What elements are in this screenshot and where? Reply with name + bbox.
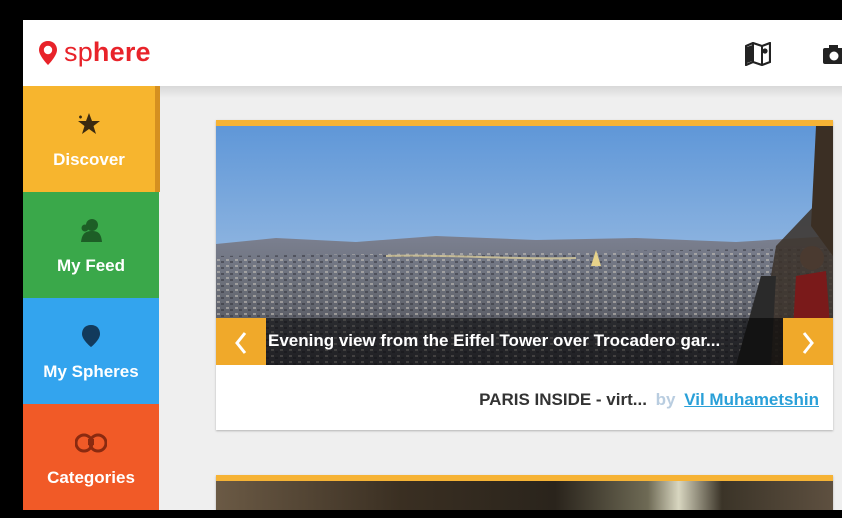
card-footer: PARIS INSIDE - virt... by Vil Muhametshi… xyxy=(216,365,833,430)
sidebar-item-label: Categories xyxy=(47,468,135,487)
logo-text: sphere xyxy=(64,37,151,67)
author-link[interactable]: Vil Muhametshin xyxy=(684,390,819,409)
sphere-card[interactable]: Evening view from the Eiffel Tower over … xyxy=(216,120,833,430)
card-meta: PARIS INSIDE - virt... by Vil Muhametshi… xyxy=(479,390,819,410)
location-pin-icon xyxy=(39,40,57,65)
sidebar-item-label: Discover xyxy=(53,150,125,169)
caption-overlay: Evening view from the Eiffel Tower over … xyxy=(216,318,833,365)
sphere-card[interactable] xyxy=(216,475,833,510)
by-label: by xyxy=(655,390,676,409)
user-icon xyxy=(78,216,104,244)
sphere-logo[interactable]: sphere xyxy=(38,37,151,68)
sphere-caption: Evening view from the Eiffel Tower over … xyxy=(268,331,721,350)
sphere-pin-icon xyxy=(79,322,103,350)
sidebar-item-my-spheres[interactable]: My Spheres xyxy=(23,298,159,404)
chevron-right-icon xyxy=(802,332,814,354)
sidebar-item-discover[interactable]: Discover xyxy=(23,86,160,192)
active-indicator xyxy=(155,86,160,192)
next-button[interactable] xyxy=(783,318,833,365)
camera-icon[interactable] xyxy=(823,44,842,66)
sphere-title[interactable]: PARIS INSIDE - virt... xyxy=(479,390,647,409)
top-bar: sphere xyxy=(23,20,842,86)
sidebar-item-categories[interactable]: Categories xyxy=(23,404,159,510)
sidebar: Discover My Feed My Spheres Categories xyxy=(23,86,160,510)
panorama-image[interactable]: Evening view from the Eiffel Tower over … xyxy=(216,126,833,365)
previous-button[interactable] xyxy=(216,318,266,365)
panorama-image[interactable] xyxy=(216,481,833,510)
star-icon xyxy=(76,110,102,138)
app-window: sphere Discover My Feed My Spheres Categ… xyxy=(23,20,842,510)
map-icon[interactable] xyxy=(745,42,771,66)
sidebar-item-label: My Feed xyxy=(56,256,126,275)
chevron-left-icon xyxy=(235,332,247,354)
sidebar-item-label: My Spheres xyxy=(43,362,139,381)
sidebar-item-my-feed[interactable]: My Feed xyxy=(23,192,159,298)
binoculars-icon xyxy=(75,428,107,456)
